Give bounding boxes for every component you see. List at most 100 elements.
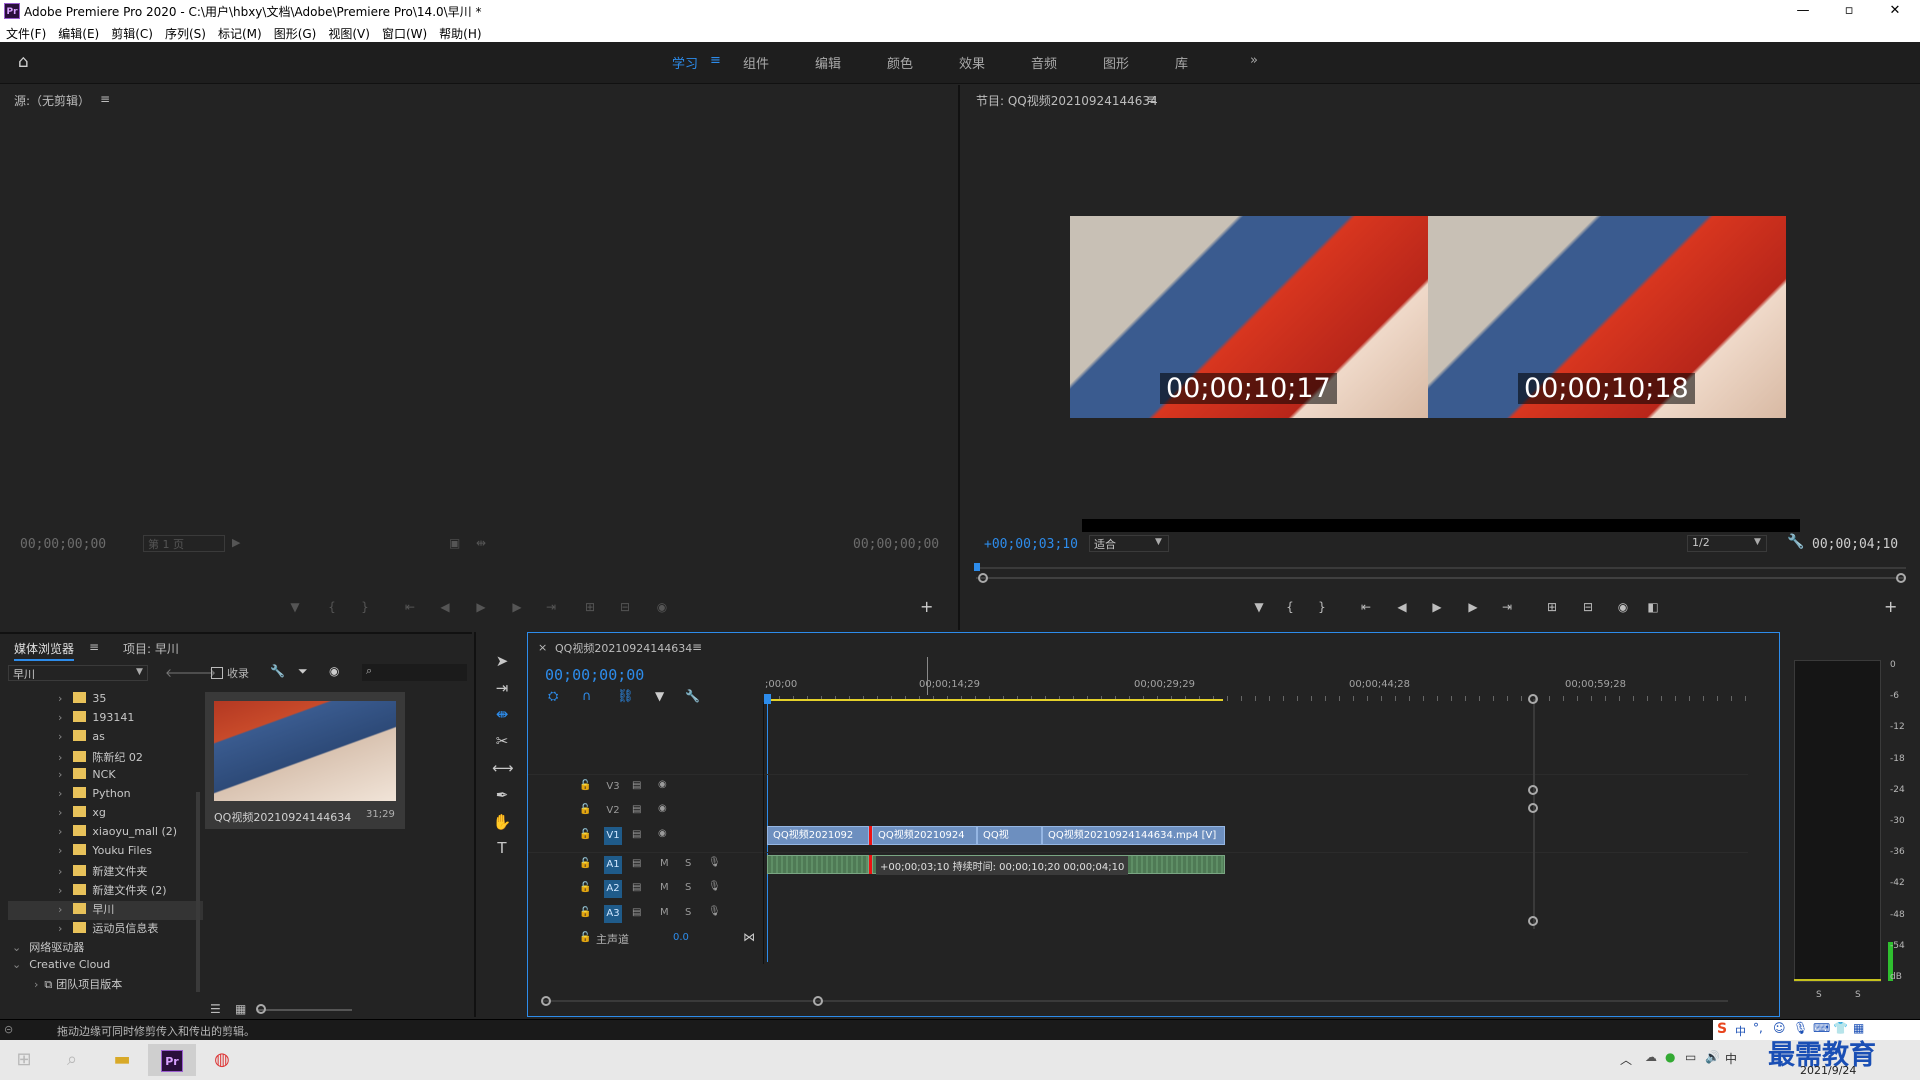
track-target-v2[interactable]: V2	[604, 802, 622, 820]
eye-icon[interactable]: ◉	[658, 803, 667, 814]
microphone-icon[interactable]: 🎙	[708, 881, 721, 892]
comparison-view-icon[interactable]: ◧	[1643, 600, 1663, 614]
track-select-tool-icon[interactable]: ⇥	[492, 679, 512, 697]
menu-sequence[interactable]: 序列(S)	[159, 22, 212, 42]
sync-lock-icon[interactable]: ▤	[632, 804, 641, 815]
program-step-back-icon[interactable]: ◀	[1392, 600, 1412, 614]
nest-icon[interactable]: ⛭	[548, 689, 558, 704]
step-forward-icon[interactable]: ▶	[507, 600, 527, 614]
marker-icon[interactable]: ▼	[285, 600, 305, 614]
thumbnail-zoom-handle[interactable]	[256, 1004, 266, 1014]
minimize-icon[interactable]: —	[1780, 0, 1826, 22]
timeline-sequence-title[interactable]: QQ视频20210924144634	[555, 640, 692, 656]
timeline-horizontal-scrollbar[interactable]	[543, 1000, 1728, 1002]
hscroll-right-handle[interactable]	[813, 996, 823, 1006]
eye-icon[interactable]: ◉	[658, 779, 667, 790]
track-target-a3[interactable]: A3	[604, 905, 622, 923]
tab-graphics[interactable]: 图形	[1103, 53, 1129, 72]
vscroll-mid2-handle[interactable]	[1528, 803, 1538, 813]
media-browser-menu-icon[interactable]: ≡	[89, 640, 99, 654]
hand-tool-icon[interactable]: ✋	[492, 813, 512, 831]
lock-icon[interactable]: 🔓	[579, 829, 591, 840]
menu-marker[interactable]: 标记(M)	[212, 22, 268, 42]
mark-in-icon[interactable]: {	[322, 600, 342, 614]
program-marker-icon[interactable]: ▼	[1249, 600, 1269, 614]
selection-tool-icon[interactable]: ➤	[492, 652, 512, 670]
menu-window[interactable]: 窗口(W)	[376, 22, 433, 42]
menu-view[interactable]: 视图(V)	[322, 22, 376, 42]
folder-item[interactable]: › 193141	[8, 711, 203, 730]
timeline-close-icon[interactable]: ×	[538, 641, 547, 654]
icon-view-icon[interactable]: ▦	[235, 1002, 246, 1016]
track-target-a2[interactable]: A2	[604, 880, 622, 898]
menu-graphics[interactable]: 图形(G)	[268, 22, 323, 42]
source-safe-margin-icon[interactable]: ⇹	[476, 536, 486, 550]
thumbnail-zoom-slider[interactable]	[257, 1009, 352, 1011]
audio-clip[interactable]	[767, 855, 869, 874]
ime-punctuation-icon[interactable]: °,	[1753, 1021, 1763, 1035]
track-target-v3[interactable]: V3	[604, 778, 622, 796]
tab-learning[interactable]: 学习	[672, 53, 698, 72]
folder-item[interactable]: › 陈新纪 02	[8, 749, 203, 768]
menu-clip[interactable]: 剪辑(C)	[105, 22, 159, 42]
program-scroll-left-handle[interactable]	[978, 573, 988, 583]
go-to-out-icon[interactable]: ⇥	[541, 600, 561, 614]
location-chevron-down-icon[interactable]: ▼	[136, 667, 143, 677]
source-menu-icon[interactable]: ≡	[100, 92, 110, 106]
menu-edit[interactable]: 编辑(E)	[52, 22, 105, 42]
ingest-checkbox[interactable]	[211, 667, 223, 679]
zoom-chevron-down-icon[interactable]: ▼	[1155, 537, 1162, 547]
work-area-bar[interactable]	[765, 699, 1223, 701]
go-to-end-icon[interactable]: ⋈	[743, 930, 755, 944]
vscroll-bottom-handle[interactable]	[1528, 916, 1538, 926]
sogou-ime-icon[interactable]: S	[1717, 1021, 1727, 1037]
folder-item[interactable]: › 35	[8, 692, 203, 711]
folder-item[interactable]: › as	[8, 730, 203, 749]
tab-color[interactable]: 颜色	[887, 53, 913, 72]
ingest-settings-wrench-icon[interactable]: 🔧	[270, 664, 285, 678]
timeline-ruler[interactable]: ;00;00 00;00;14;29 00;00;29;29 00;00;44;…	[765, 657, 1756, 701]
tray-volume-icon[interactable]: 🔊	[1705, 1050, 1720, 1064]
program-playhead[interactable]	[974, 563, 980, 571]
search-icon[interactable]: ⌕	[48, 1044, 96, 1076]
timeline-menu-icon[interactable]: ≡	[692, 640, 702, 654]
program-export-frame-icon[interactable]: ◉	[1613, 600, 1633, 614]
tab-libraries[interactable]: 库	[1175, 53, 1188, 72]
filter-icon[interactable]: ⏷	[298, 664, 308, 679]
slip-tool-icon[interactable]: ⟷	[492, 759, 514, 777]
folder-item[interactable]: › xg	[8, 806, 203, 825]
solo-button[interactable]: S	[685, 882, 691, 893]
source-play-arrow-icon[interactable]: ▶	[232, 536, 240, 549]
creative-cloud-item[interactable]: ⌄ Creative Cloud	[8, 958, 203, 977]
microphone-icon[interactable]: 🎙	[708, 857, 721, 868]
close-icon[interactable]: ✕	[1872, 0, 1918, 22]
hscroll-left-handle[interactable]	[541, 996, 551, 1006]
program-add-button-icon[interactable]: +	[1884, 597, 1897, 616]
solo-button[interactable]: S	[685, 858, 691, 869]
go-to-in-icon[interactable]: ⇤	[400, 600, 420, 614]
lock-icon[interactable]: 🔓	[579, 804, 591, 815]
sync-lock-icon[interactable]: ▤	[632, 780, 641, 791]
folder-item[interactable]: › 运动员信息表	[8, 920, 203, 939]
list-view-icon[interactable]: ☰	[210, 1002, 221, 1016]
tray-display-icon[interactable]: ▭	[1685, 1050, 1696, 1064]
type-tool-icon[interactable]: T	[492, 839, 512, 857]
timeline-settings-wrench-icon[interactable]: 🔧	[685, 689, 700, 703]
solo-button[interactable]: S	[685, 907, 691, 918]
vscroll-mid-handle[interactable]	[1528, 785, 1538, 795]
menu-file[interactable]: 文件(F)	[0, 22, 52, 42]
menu-help[interactable]: 帮助(H)	[433, 22, 487, 42]
tray-chevron-up-icon[interactable]: ︿	[1620, 1051, 1632, 1068]
view-eye-icon[interactable]: ◉	[329, 664, 339, 678]
meter-solo-right-button[interactable]: S	[1855, 990, 1861, 1000]
source-settings-icon[interactable]: ▣	[449, 536, 460, 550]
razor-tool-icon[interactable]: ✂	[492, 732, 512, 750]
vscroll-top-handle[interactable]	[1528, 694, 1538, 704]
folder-item[interactable]: › Python	[8, 787, 203, 806]
program-menu-icon[interactable]: ≡	[1147, 92, 1157, 106]
tab-effects[interactable]: 效果	[959, 53, 985, 72]
program-settings-wrench-icon[interactable]: 🔧	[1787, 534, 1804, 550]
microphone-icon[interactable]: 🎙	[708, 906, 721, 917]
tree-scrollbar[interactable]	[196, 792, 200, 992]
location-select[interactable]: 早川	[8, 665, 148, 681]
